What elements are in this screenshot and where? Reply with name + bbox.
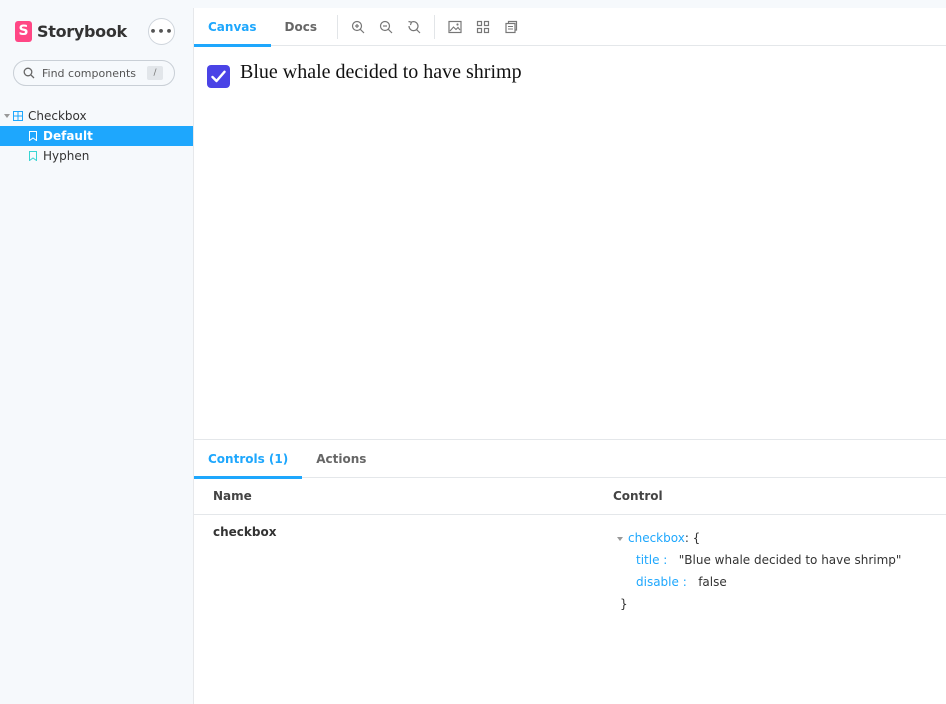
json-field-line[interactable]: title : "Blue whale decided to have shri…	[617, 549, 901, 571]
json-key: title :	[636, 553, 668, 567]
json-close-brace: }	[620, 597, 628, 611]
storybook-logo-icon: S	[15, 20, 32, 42]
background-icon	[448, 20, 462, 33]
component-tree: Checkbox Default Hyphen	[0, 106, 193, 166]
zoom-reset-icon	[408, 20, 421, 33]
panel-tabs: Controls (1) Actions	[194, 440, 946, 479]
zoom-in-button[interactable]	[344, 8, 372, 46]
tree-item-checkbox[interactable]: Checkbox	[0, 106, 193, 126]
toolbar: Canvas Docs	[194, 8, 946, 47]
story-canvas: Blue whale decided to have shrimp	[194, 47, 946, 439]
more-menu-button[interactable]: •••	[148, 18, 175, 45]
tab-docs[interactable]: Docs	[271, 8, 331, 46]
tree-item-label: Hyphen	[43, 149, 90, 163]
viewport-button[interactable]	[497, 8, 525, 46]
json-value[interactable]: "Blue whale decided to have shrimp"	[679, 553, 902, 567]
json-root-line[interactable]: checkbox: {	[617, 527, 901, 549]
zoom-out-button[interactable]	[372, 8, 400, 46]
bookmark-icon	[29, 131, 37, 141]
story-checkbox-label[interactable]: Blue whale decided to have shrimp	[240, 61, 522, 84]
tree-item-hyphen[interactable]: Hyphen	[0, 146, 193, 166]
zoom-reset-button[interactable]	[400, 8, 428, 46]
grid-button[interactable]	[469, 8, 497, 46]
tree-item-label: Default	[43, 129, 93, 143]
controls-table-header: Name Control	[194, 478, 946, 515]
json-open-brace: : {	[684, 531, 701, 545]
viewport-icon	[505, 20, 518, 33]
search-input[interactable]	[42, 66, 142, 80]
brand[interactable]: S Storybook	[15, 20, 127, 42]
bookmark-icon	[29, 151, 37, 161]
tab-controls[interactable]: Controls (1)	[194, 440, 303, 479]
search-box[interactable]: /	[13, 60, 175, 86]
search-icon	[23, 67, 35, 79]
zoom-out-icon	[379, 20, 393, 33]
story-checkbox[interactable]	[207, 65, 230, 88]
chevron-down-icon[interactable]	[617, 536, 623, 541]
json-value[interactable]: false	[698, 575, 727, 589]
tab-actions[interactable]: Actions	[302, 440, 380, 478]
json-key: disable :	[636, 575, 687, 589]
component-icon	[13, 111, 23, 121]
object-control[interactable]: checkbox: { title : "Blue whale decided …	[617, 527, 901, 615]
json-close-line: }	[617, 593, 901, 615]
background-button[interactable]	[441, 8, 469, 46]
zoom-in-icon	[351, 20, 365, 33]
brand-title: Storybook	[37, 21, 127, 41]
checkmark-icon	[211, 70, 226, 83]
table-row: checkbox checkbox: { title : "Blue whale…	[194, 515, 946, 635]
sidebar: S Storybook ••• / Checkbox Default	[0, 0, 193, 704]
tree-item-default[interactable]: Default	[0, 126, 193, 146]
control-name: checkbox	[213, 525, 277, 539]
toolbar-divider	[336, 14, 338, 39]
search-shortcut-key: /	[147, 66, 163, 80]
main-area: Canvas Docs Blue whale decided to have s…	[193, 8, 946, 704]
toolbar-divider	[433, 14, 435, 39]
grid-icon	[476, 20, 490, 33]
addons-panel: Controls (1) Actions Name Control checkb…	[194, 439, 946, 704]
tree-item-label: Checkbox	[28, 109, 87, 123]
chevron-down-icon[interactable]	[4, 114, 10, 118]
json-key: checkbox	[628, 531, 685, 545]
tab-canvas[interactable]: Canvas	[194, 8, 271, 47]
column-header-name: Name	[213, 489, 252, 503]
json-field-line[interactable]: disable : false	[617, 571, 901, 593]
column-header-control: Control	[613, 489, 663, 503]
